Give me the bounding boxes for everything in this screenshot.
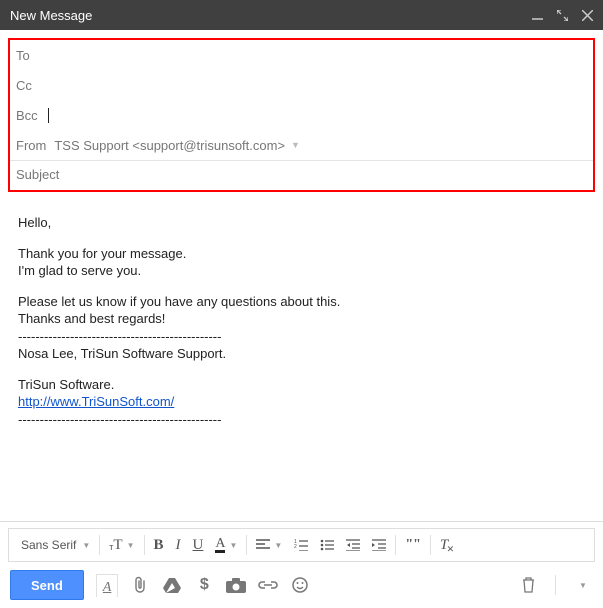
close-icon[interactable]: [582, 10, 593, 21]
compose-footer: Sans Serif ▼ тT ▼ B I U A ▼ ▼ 12: [0, 521, 603, 608]
compose-titlebar: New Message: [0, 0, 603, 30]
bcc-label: Bcc: [16, 108, 38, 123]
from-label: From: [16, 138, 46, 153]
caret-down-icon: ▼: [127, 541, 135, 550]
formatting-toggle-button[interactable]: A: [96, 574, 119, 597]
action-left: Send A $: [10, 570, 310, 600]
separator: [144, 535, 145, 555]
action-right: ▼: [518, 575, 593, 595]
align-button[interactable]: ▼: [250, 532, 288, 558]
quote-button[interactable]: "": [399, 532, 427, 558]
drive-icon[interactable]: [162, 575, 182, 595]
separator: [395, 535, 396, 555]
remove-formatting-button[interactable]: T✕: [434, 532, 454, 558]
link-icon[interactable]: [258, 575, 278, 595]
format-toolbar: Sans Serif ▼ тT ▼ B I U A ▼ ▼ 12: [8, 528, 595, 562]
indent-more-button[interactable]: [366, 532, 392, 558]
bullet-list-button[interactable]: [314, 532, 340, 558]
from-value: TSS Support <support@trisunsoft.com>: [54, 138, 285, 153]
italic-button[interactable]: I: [170, 532, 187, 558]
font-family-button[interactable]: Sans Serif ▼: [13, 532, 96, 558]
cc-row[interactable]: Cc: [16, 70, 587, 100]
svg-text:2: 2: [294, 544, 297, 550]
header-fields: To Cc Bcc From TSS Support <support@tris…: [10, 40, 593, 160]
compose-title: New Message: [10, 8, 92, 23]
font-size-button[interactable]: тT ▼: [103, 532, 140, 558]
bold-button[interactable]: B: [148, 532, 170, 558]
subject-row[interactable]: Subject: [10, 161, 593, 190]
caret-down-icon: ▼: [82, 541, 90, 550]
body-line: Please let us know if you have any quest…: [18, 293, 585, 311]
bcc-row[interactable]: Bcc: [16, 100, 587, 130]
body-line: I'm glad to serve you.: [18, 262, 585, 280]
attach-icon[interactable]: [130, 575, 150, 595]
bcc-input[interactable]: [49, 108, 587, 123]
font-family-label: Sans Serif: [21, 538, 76, 552]
to-input[interactable]: [38, 48, 587, 63]
body-line: ----------------------------------------…: [18, 411, 585, 429]
cc-input[interactable]: [40, 78, 587, 93]
signature-link[interactable]: http://www.TriSunSoft.com/: [18, 394, 174, 409]
subject-label: Subject: [16, 167, 59, 182]
subject-input[interactable]: [71, 167, 247, 182]
separator: [555, 575, 556, 595]
separator: [246, 535, 247, 555]
numbered-list-button[interactable]: 12: [288, 532, 314, 558]
body-line: TriSun Software.: [18, 376, 585, 394]
window-controls: [532, 10, 593, 21]
expand-icon[interactable]: [557, 10, 568, 21]
more-options-button[interactable]: ▼: [573, 575, 593, 595]
from-row[interactable]: From TSS Support <support@trisunsoft.com…: [16, 130, 587, 160]
cc-label: Cc: [16, 78, 32, 93]
trash-icon[interactable]: [518, 575, 538, 595]
body-line: Thanks and best regards!: [18, 310, 585, 328]
header-highlight-wrap: To Cc Bcc From TSS Support <support@tris…: [0, 30, 603, 200]
underline-button[interactable]: U: [187, 532, 210, 558]
currency-icon[interactable]: $: [194, 575, 214, 595]
action-bar: Send A $ ▼: [0, 562, 603, 608]
send-button[interactable]: Send: [10, 570, 84, 600]
separator: [99, 535, 100, 555]
from-dropdown-icon[interactable]: ▼: [291, 140, 300, 150]
body-line: Hello,: [18, 214, 585, 232]
body-line: ----------------------------------------…: [18, 328, 585, 346]
minimize-icon[interactable]: [532, 10, 543, 21]
emoji-icon[interactable]: [290, 575, 310, 595]
text-color-button[interactable]: A ▼: [209, 532, 243, 558]
indent-less-button[interactable]: [340, 532, 366, 558]
body-line: Thank you for your message.: [18, 245, 585, 263]
message-body[interactable]: Hello, Thank you for your message. I'm g…: [0, 200, 603, 438]
to-label: To: [16, 48, 30, 63]
separator: [430, 535, 431, 555]
to-row[interactable]: To: [16, 40, 587, 70]
photo-icon[interactable]: [226, 575, 246, 595]
header-highlight: To Cc Bcc From TSS Support <support@tris…: [8, 38, 595, 192]
caret-down-icon: ▼: [274, 541, 282, 550]
body-line: Nosa Lee, TriSun Software Support.: [18, 345, 585, 363]
caret-down-icon: ▼: [229, 541, 237, 550]
